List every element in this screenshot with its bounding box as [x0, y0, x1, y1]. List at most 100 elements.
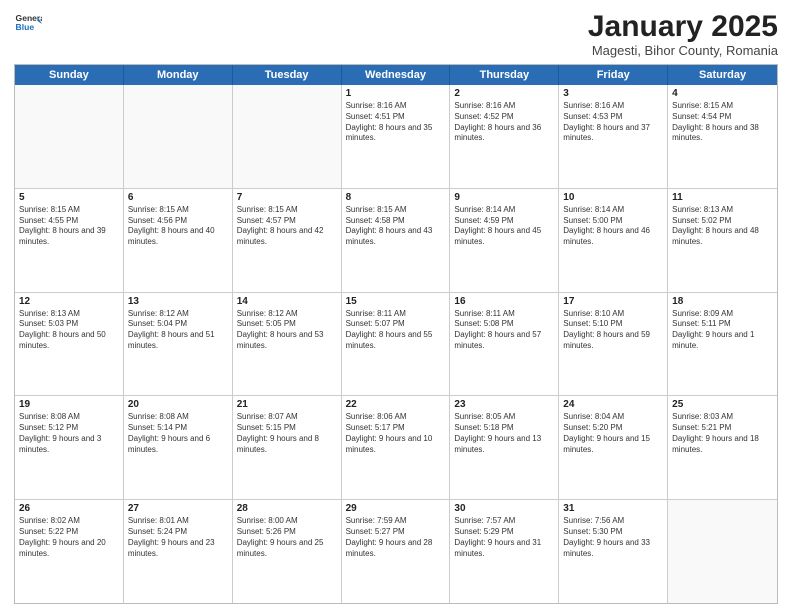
day-number: 19: [19, 399, 119, 410]
day-number: 30: [454, 503, 554, 514]
calendar-cell: 12 Sunrise: 8:13 AMSunset: 5:03 PMDayligh…: [15, 293, 124, 396]
cell-info: Sunrise: 8:15 AMSunset: 4:54 PMDaylight:…: [672, 101, 773, 144]
day-number: 8: [346, 192, 446, 203]
day-number: 26: [19, 503, 119, 514]
title-block: January 2025 Magesti, Bihor County, Roma…: [588, 10, 778, 58]
calendar-cell: 17 Sunrise: 8:10 AMSunset: 5:10 PMDayligh…: [559, 293, 668, 396]
calendar-cell: 14 Sunrise: 8:12 AMSunset: 5:05 PMDayligh…: [233, 293, 342, 396]
day-number: 1: [346, 88, 446, 99]
cell-info: Sunrise: 8:11 AMSunset: 5:07 PMDaylight:…: [346, 309, 446, 352]
cell-info: Sunrise: 7:56 AMSunset: 5:30 PMDaylight:…: [563, 516, 663, 559]
calendar-cell: [668, 500, 777, 603]
calendar-cell: [124, 85, 233, 188]
day-header-friday: Friday: [559, 65, 668, 85]
cell-info: Sunrise: 8:14 AMSunset: 4:59 PMDaylight:…: [454, 205, 554, 248]
calendar-cell: 22 Sunrise: 8:06 AMSunset: 5:17 PMDayligh…: [342, 396, 451, 499]
cell-info: Sunrise: 8:12 AMSunset: 5:05 PMDaylight:…: [237, 309, 337, 352]
day-number: 25: [672, 399, 773, 410]
calendar-cell: 15 Sunrise: 8:11 AMSunset: 5:07 PMDayligh…: [342, 293, 451, 396]
day-header-wednesday: Wednesday: [342, 65, 451, 85]
calendar-header: SundayMondayTuesdayWednesdayThursdayFrid…: [15, 65, 777, 85]
calendar-cell: 2Sunrise: 8:16 AMSunset: 4:52 PMDaylight…: [450, 85, 559, 188]
cell-info: Sunrise: 8:14 AMSunset: 5:00 PMDaylight:…: [563, 205, 663, 248]
cell-info: Sunrise: 8:02 AMSunset: 5:22 PMDaylight:…: [19, 516, 119, 559]
cell-info: Sunrise: 7:59 AMSunset: 5:27 PMDaylight:…: [346, 516, 446, 559]
calendar-cell: 11Sunrise: 8:13 AMSunset: 5:02 PMDayligh…: [668, 189, 777, 292]
month-title: January 2025: [588, 10, 778, 43]
cell-info: Sunrise: 8:04 AMSunset: 5:20 PMDaylight:…: [563, 412, 663, 455]
day-number: 28: [237, 503, 337, 514]
calendar-cell: 29 Sunrise: 7:59 AMSunset: 5:27 PMDayligh…: [342, 500, 451, 603]
cell-info: Sunrise: 8:16 AMSunset: 4:53 PMDaylight:…: [563, 101, 663, 144]
svg-text:Blue: Blue: [16, 22, 35, 32]
cell-info: Sunrise: 8:15 AMSunset: 4:57 PMDaylight:…: [237, 205, 337, 248]
calendar-cell: 13Sunrise: 8:12 AMSunset: 5:04 PMDayligh…: [124, 293, 233, 396]
calendar-row: 1 Sunrise: 8:16 AMSunset: 4:51 PMDaylight…: [15, 85, 777, 188]
calendar-cell: 25 Sunrise: 8:03 AMSunset: 5:21 PMDayligh…: [668, 396, 777, 499]
cell-info: Sunrise: 8:08 AMSunset: 5:12 PMDaylight:…: [19, 412, 119, 455]
calendar-cell: 5 Sunrise: 8:15 AMSunset: 4:55 PMDaylight…: [15, 189, 124, 292]
cell-info: Sunrise: 8:11 AMSunset: 5:08 PMDaylight:…: [454, 309, 554, 352]
day-number: 7: [237, 192, 337, 203]
day-number: 14: [237, 296, 337, 307]
cell-info: Sunrise: 8:15 AMSunset: 4:56 PMDaylight:…: [128, 205, 228, 248]
day-number: 31: [563, 503, 663, 514]
day-number: 10: [563, 192, 663, 203]
calendar-cell: 23 Sunrise: 8:05 AMSunset: 5:18 PMDayligh…: [450, 396, 559, 499]
calendar-cell: 6 Sunrise: 8:15 AMSunset: 4:56 PMDaylight…: [124, 189, 233, 292]
logo: General Blue: [14, 10, 42, 38]
cell-info: Sunrise: 8:09 AMSunset: 5:11 PMDaylight:…: [672, 309, 773, 352]
cell-info: Sunrise: 8:15 AMSunset: 4:55 PMDaylight:…: [19, 205, 119, 248]
calendar: SundayMondayTuesdayWednesdayThursdayFrid…: [14, 64, 778, 604]
calendar-row: 19 Sunrise: 8:08 AMSunset: 5:12 PMDayligh…: [15, 395, 777, 499]
day-number: 17: [563, 296, 663, 307]
calendar-row: 12 Sunrise: 8:13 AMSunset: 5:03 PMDayligh…: [15, 292, 777, 396]
cell-info: Sunrise: 8:00 AMSunset: 5:26 PMDaylight:…: [237, 516, 337, 559]
calendar-cell: 19 Sunrise: 8:08 AMSunset: 5:12 PMDayligh…: [15, 396, 124, 499]
calendar-cell: 21Sunrise: 8:07 AMSunset: 5:15 PMDayligh…: [233, 396, 342, 499]
day-number: 18: [672, 296, 773, 307]
cell-info: Sunrise: 8:13 AMSunset: 5:02 PMDaylight:…: [672, 205, 773, 248]
calendar-cell: 9 Sunrise: 8:14 AMSunset: 4:59 PMDaylight…: [450, 189, 559, 292]
day-number: 12: [19, 296, 119, 307]
cell-info: Sunrise: 8:08 AMSunset: 5:14 PMDaylight:…: [128, 412, 228, 455]
page-header: General Blue January 2025 Magesti, Bihor…: [14, 10, 778, 58]
cell-info: Sunrise: 8:01 AMSunset: 5:24 PMDaylight:…: [128, 516, 228, 559]
calendar-row: 26 Sunrise: 8:02 AMSunset: 5:22 PMDayligh…: [15, 499, 777, 603]
calendar-cell: 1 Sunrise: 8:16 AMSunset: 4:51 PMDaylight…: [342, 85, 451, 188]
day-number: 5: [19, 192, 119, 203]
day-number: 29: [346, 503, 446, 514]
calendar-row: 5 Sunrise: 8:15 AMSunset: 4:55 PMDaylight…: [15, 188, 777, 292]
day-number: 23: [454, 399, 554, 410]
cell-info: Sunrise: 8:12 AMSunset: 5:04 PMDaylight:…: [128, 309, 228, 352]
cell-info: Sunrise: 8:07 AMSunset: 5:15 PMDaylight:…: [237, 412, 337, 455]
calendar-cell: 16Sunrise: 8:11 AMSunset: 5:08 PMDayligh…: [450, 293, 559, 396]
day-number: 2: [454, 88, 554, 99]
cell-info: Sunrise: 8:10 AMSunset: 5:10 PMDaylight:…: [563, 309, 663, 352]
day-header-thursday: Thursday: [450, 65, 559, 85]
day-number: 27: [128, 503, 228, 514]
day-header-saturday: Saturday: [668, 65, 777, 85]
cell-info: Sunrise: 8:16 AMSunset: 4:51 PMDaylight:…: [346, 101, 446, 144]
day-number: 24: [563, 399, 663, 410]
day-number: 6: [128, 192, 228, 203]
cell-info: Sunrise: 8:06 AMSunset: 5:17 PMDaylight:…: [346, 412, 446, 455]
calendar-body: 1 Sunrise: 8:16 AMSunset: 4:51 PMDaylight…: [15, 85, 777, 603]
day-number: 3: [563, 88, 663, 99]
cell-info: Sunrise: 8:05 AMSunset: 5:18 PMDaylight:…: [454, 412, 554, 455]
day-number: 15: [346, 296, 446, 307]
calendar-cell: 27 Sunrise: 8:01 AMSunset: 5:24 PMDayligh…: [124, 500, 233, 603]
cell-info: Sunrise: 8:13 AMSunset: 5:03 PMDaylight:…: [19, 309, 119, 352]
day-header-monday: Monday: [124, 65, 233, 85]
day-number: 9: [454, 192, 554, 203]
cell-info: Sunrise: 7:57 AMSunset: 5:29 PMDaylight:…: [454, 516, 554, 559]
day-number: 20: [128, 399, 228, 410]
calendar-cell: 31 Sunrise: 7:56 AMSunset: 5:30 PMDayligh…: [559, 500, 668, 603]
day-number: 4: [672, 88, 773, 99]
cell-info: Sunrise: 8:03 AMSunset: 5:21 PMDaylight:…: [672, 412, 773, 455]
calendar-cell: 3 Sunrise: 8:16 AMSunset: 4:53 PMDaylight…: [559, 85, 668, 188]
calendar-cell: 7 Sunrise: 8:15 AMSunset: 4:57 PMDaylight…: [233, 189, 342, 292]
calendar-cell: [15, 85, 124, 188]
day-number: 22: [346, 399, 446, 410]
logo-icon: General Blue: [14, 10, 42, 38]
